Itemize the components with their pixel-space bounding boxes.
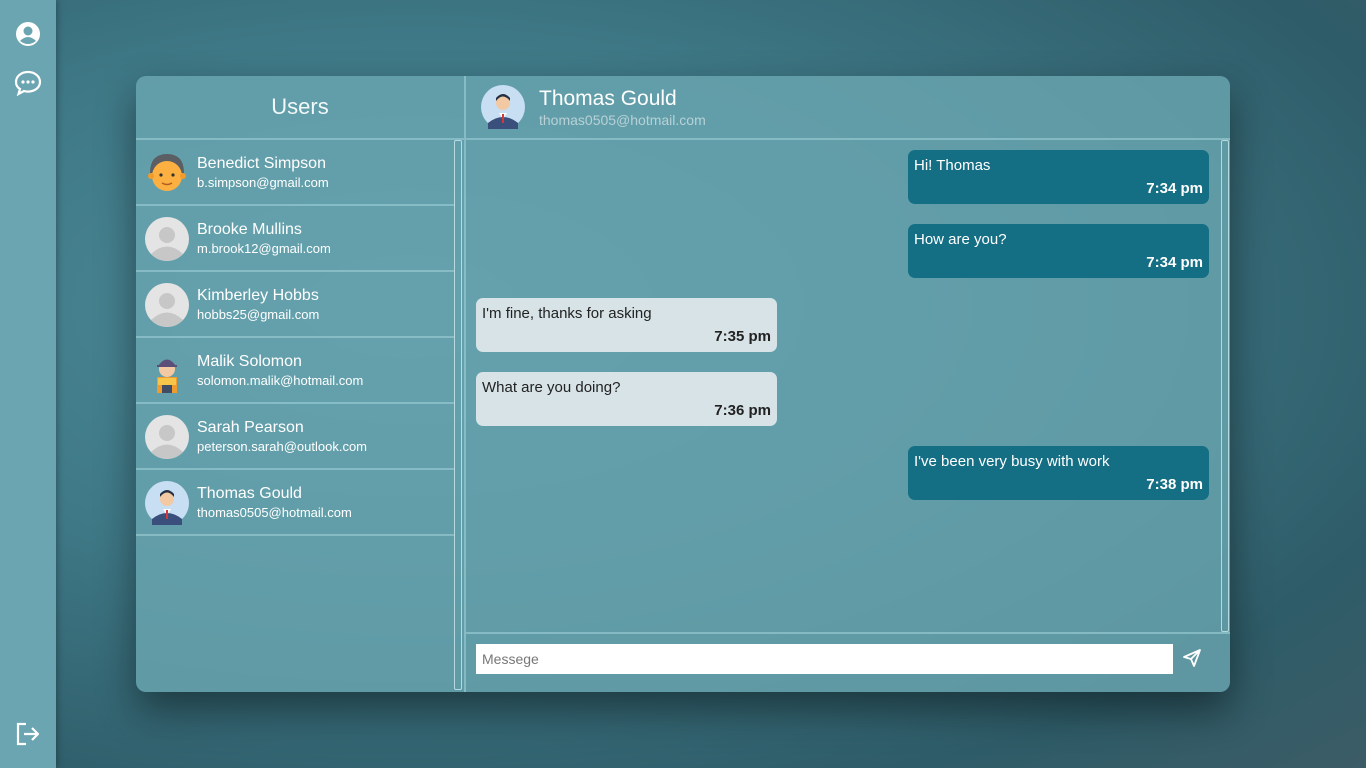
user-email: hobbs25@gmail.com bbox=[197, 307, 320, 322]
message-text: How are you? bbox=[914, 231, 1007, 248]
user-name: Thomas Gould bbox=[197, 485, 302, 502]
user-name: Malik Solomon bbox=[197, 353, 302, 370]
left-rail bbox=[0, 0, 56, 768]
user-email: thomas0505@hotmail.com bbox=[197, 505, 352, 520]
contact-avatar bbox=[481, 85, 525, 129]
user-name: Kimberley Hobbs bbox=[197, 287, 319, 304]
contact-email: thomas0505@hotmail.com bbox=[539, 112, 706, 128]
default-avatar bbox=[145, 217, 189, 261]
user-item-kimberley-hobbs[interactable]: Kimberley Hobbs hobbs25@gmail.com bbox=[136, 272, 454, 338]
chat-header: Thomas Gould thomas0505@hotmail.com bbox=[466, 76, 1230, 140]
message-composer bbox=[466, 632, 1230, 692]
message-input[interactable] bbox=[476, 644, 1173, 674]
chat-panel: Thomas Gould thomas0505@hotmail.com Hi! … bbox=[466, 76, 1230, 692]
user-circle-icon[interactable] bbox=[14, 20, 42, 48]
user-item-brooke-mullins[interactable]: Brooke Mullins m.brook12@gmail.com bbox=[136, 206, 454, 272]
message-text: I'm fine, thanks for asking bbox=[482, 305, 652, 322]
message-bubble-received: What are you doing? 7:36 pm bbox=[476, 372, 777, 426]
message-list: Hi! Thomas 7:34 pm How are you? 7:34 pm … bbox=[466, 140, 1220, 632]
chat-scrollbar[interactable] bbox=[1221, 140, 1229, 632]
businessman-avatar bbox=[145, 481, 189, 525]
message-bubble-sent: I've been very busy with work 7:38 pm bbox=[908, 446, 1209, 500]
chat-window: Users Benedict Simpson b.simpson@gmail.c… bbox=[136, 76, 1230, 692]
user-email: peterson.sarah@outlook.com bbox=[197, 439, 368, 454]
user-item-benedict-simpson[interactable]: Benedict Simpson b.simpson@gmail.com bbox=[136, 140, 454, 206]
contact-name: Thomas Gould bbox=[539, 87, 677, 110]
users-panel: Users Benedict Simpson b.simpson@gmail.c… bbox=[136, 76, 464, 692]
default-avatar bbox=[145, 415, 189, 459]
users-scrollbar[interactable] bbox=[454, 140, 462, 690]
user-email: b.simpson@gmail.com bbox=[197, 175, 329, 190]
user-item-thomas-gould[interactable]: Thomas Gould thomas0505@hotmail.com bbox=[136, 470, 454, 536]
user-email: m.brook12@gmail.com bbox=[197, 241, 331, 256]
message-time: 7:34 pm bbox=[1146, 254, 1203, 271]
message-time: 7:35 pm bbox=[714, 328, 771, 345]
message-bubble-received: I'm fine, thanks for asking 7:35 pm bbox=[476, 298, 777, 352]
user-name: Brooke Mullins bbox=[197, 221, 302, 238]
worker-avatar bbox=[157, 359, 177, 393]
user-item-sarah-pearson[interactable]: Sarah Pearson peterson.sarah@outlook.com bbox=[136, 404, 454, 470]
users-title: Users bbox=[136, 76, 464, 140]
message-text: I've been very busy with work bbox=[914, 453, 1110, 470]
user-name: Sarah Pearson bbox=[197, 419, 304, 436]
message-time: 7:38 pm bbox=[1146, 476, 1203, 493]
default-avatar bbox=[145, 283, 189, 327]
message-text: What are you doing? bbox=[482, 379, 621, 396]
bald-man-avatar bbox=[145, 151, 189, 195]
user-item-malik-solomon[interactable]: Malik Solomon solomon.malik@hotmail.com bbox=[136, 338, 454, 404]
user-email: solomon.malik@hotmail.com bbox=[197, 373, 364, 388]
logout-icon[interactable] bbox=[14, 720, 42, 748]
chat-bubble-icon[interactable] bbox=[14, 69, 42, 97]
message-text: Hi! Thomas bbox=[914, 157, 991, 174]
message-time: 7:34 pm bbox=[1146, 180, 1203, 197]
send-icon[interactable] bbox=[1182, 648, 1202, 668]
user-list: Benedict Simpson b.simpson@gmail.com Bro… bbox=[136, 140, 454, 536]
user-name: Benedict Simpson bbox=[197, 155, 326, 172]
message-time: 7:36 pm bbox=[714, 402, 771, 419]
message-bubble-sent: How are you? 7:34 pm bbox=[908, 224, 1209, 278]
message-bubble-sent: Hi! Thomas 7:34 pm bbox=[908, 150, 1209, 204]
